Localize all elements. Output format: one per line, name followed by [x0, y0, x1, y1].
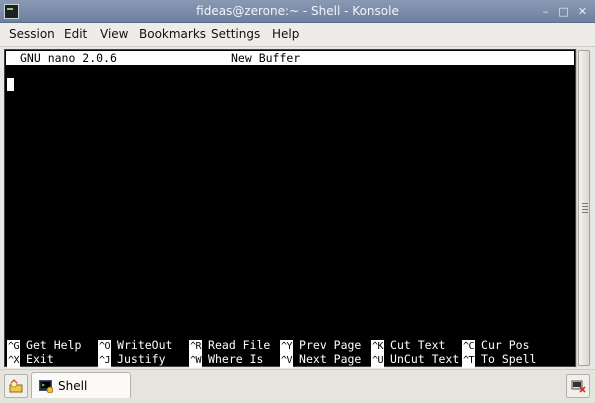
shortcut-cut-text: ^K Cut Text	[371, 338, 446, 354]
new-session-button[interactable]	[4, 374, 28, 398]
terminal-icon	[39, 380, 53, 393]
shortcut-cur-pos: ^C Cur Pos	[462, 338, 530, 354]
close-session-icon	[571, 380, 586, 393]
shortcut-read-file: ^R Read File	[189, 338, 271, 354]
buffer-name: New Buffer	[231, 51, 301, 65]
shortcut-get-help: ^G Get Help	[7, 338, 82, 354]
terminal-area[interactable]: GNU nano 2.0.6 New Buffer ^G Get Help ^O W…	[4, 49, 576, 368]
menu-bookmarks[interactable]: Bookmarks	[139, 27, 206, 41]
menu-session[interactable]: Session	[9, 27, 55, 41]
text-cursor	[7, 78, 14, 91]
menu-bar: Session Edit View Bookmarks Settings Hel…	[0, 23, 595, 47]
shortcut-to-spell: ^T To Spell	[462, 352, 537, 368]
shortcut-uncut-text: ^U UnCut Text	[371, 352, 460, 368]
tab-shell-label: Shell	[58, 379, 88, 393]
shortcut-justify: ^J Justify	[98, 352, 166, 368]
menu-edit[interactable]: Edit	[64, 27, 87, 41]
scrollbar-thumb[interactable]	[578, 50, 590, 366]
menu-view[interactable]: View	[100, 27, 128, 41]
shortcut-where-is: ^W Where Is	[189, 352, 264, 368]
shortcut-prev-page: ^Y Prev Page	[280, 338, 362, 354]
shortcut-writeout: ^O WriteOut	[98, 338, 173, 354]
maximize-button[interactable]: □	[557, 5, 570, 18]
minimize-button[interactable]: –	[539, 5, 552, 18]
menu-settings[interactable]: Settings	[211, 27, 260, 41]
nano-title-bar: GNU nano 2.0.6 New Buffer	[6, 51, 574, 65]
menu-help[interactable]: Help	[272, 27, 299, 41]
grip-icon	[582, 203, 588, 215]
close-button[interactable]: ✕	[576, 5, 589, 18]
session-tab-bar: Shell	[0, 369, 595, 403]
shortcut-next-page: ^V Next Page	[280, 352, 362, 368]
new-session-icon	[9, 379, 23, 393]
window-title: fideas@zerone:~ - Shell - Konsole	[196, 4, 399, 18]
window-titlebar[interactable]: fideas@zerone:~ - Shell - Konsole – □ ✕	[0, 0, 595, 23]
shortcut-exit: ^X Exit	[7, 352, 54, 368]
terminal-scrollbar[interactable]	[576, 49, 591, 367]
tab-shell[interactable]: Shell	[31, 372, 131, 398]
nano-version: GNU nano 2.0.6	[20, 51, 117, 65]
close-session-button[interactable]	[566, 374, 590, 398]
